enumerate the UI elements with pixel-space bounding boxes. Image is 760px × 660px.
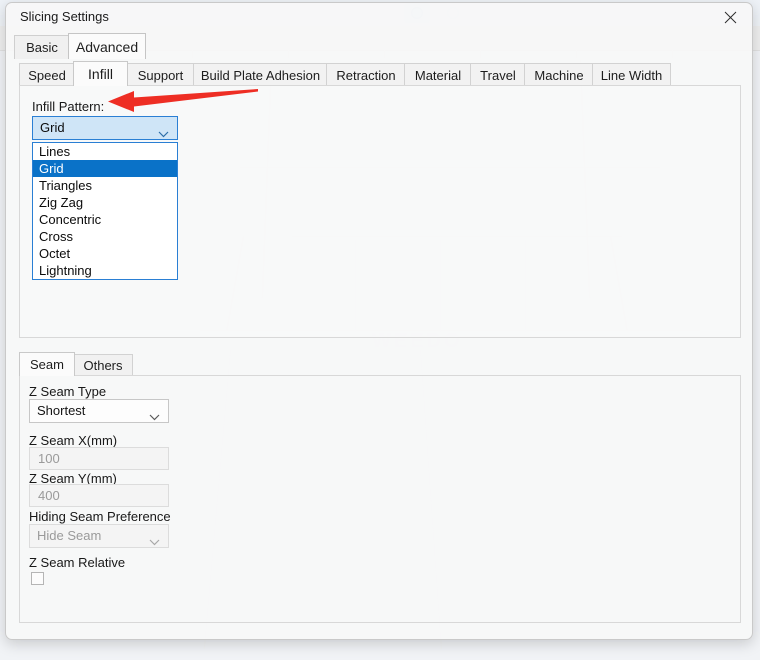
dropdown-option-octet[interactable]: Octet <box>33 245 177 262</box>
tab-basic[interactable]: Basic <box>14 35 70 59</box>
dropdown-option-lines[interactable]: Lines <box>33 143 177 160</box>
tab-others[interactable]: Others <box>73 354 133 376</box>
z-seam-x-input[interactable]: 100 <box>29 447 169 470</box>
hiding-seam-preference-label: Hiding Seam Preference <box>29 509 171 524</box>
infill-pattern-value: Grid <box>40 120 65 135</box>
tab-build-plate-adhesion-label: Build Plate Adhesion <box>201 68 320 83</box>
tab-speed-label: Speed <box>28 68 66 83</box>
z-seam-relative-label: Z Seam Relative <box>29 555 125 570</box>
slicing-settings-dialog: Slicing Settings Basic Advanced Speed In… <box>5 2 753 640</box>
tab-support[interactable]: Support <box>126 63 195 86</box>
tab-advanced[interactable]: Advanced <box>68 33 146 59</box>
tab-line-width-label: Line Width <box>601 68 662 83</box>
tab-machine-label: Machine <box>534 68 583 83</box>
z-seam-type-select[interactable]: Shortest <box>29 399 169 423</box>
tab-build-plate-adhesion[interactable]: Build Plate Adhesion <box>193 63 328 86</box>
tab-line-width[interactable]: Line Width <box>592 63 671 86</box>
tab-advanced-label: Advanced <box>76 39 138 55</box>
tab-seam[interactable]: Seam <box>19 352 75 376</box>
tab-retraction[interactable]: Retraction <box>326 63 406 86</box>
chevron-down-icon <box>158 125 169 143</box>
close-button[interactable] <box>708 3 752 31</box>
chevron-down-icon <box>149 533 160 551</box>
z-seam-x-value: 100 <box>38 451 60 466</box>
hiding-seam-preference-select[interactable]: Hide Seam <box>29 524 169 548</box>
dialog-title: Slicing Settings <box>20 9 109 24</box>
z-seam-type-value: Shortest <box>37 403 85 418</box>
close-icon <box>724 11 737 24</box>
z-seam-type-label: Z Seam Type <box>29 384 106 399</box>
tab-infill-label: Infill <box>88 66 113 82</box>
tab-others-label: Others <box>83 358 122 373</box>
dialog-titlebar: Slicing Settings <box>6 3 752 31</box>
dropdown-option-concentric[interactable]: Concentric <box>33 211 177 228</box>
infill-pattern-combobox[interactable]: Grid <box>32 116 178 140</box>
tab-seam-label: Seam <box>30 357 64 372</box>
dropdown-option-lightning[interactable]: Lightning <box>33 262 177 279</box>
infill-pattern-dropdown-list[interactable]: Lines Grid Triangles Zig Zag Concentric … <box>32 142 178 280</box>
tab-infill[interactable]: Infill <box>73 61 128 86</box>
dropdown-option-zig-zag[interactable]: Zig Zag <box>33 194 177 211</box>
z-seam-relative-checkbox[interactable] <box>31 572 44 585</box>
dropdown-option-cross[interactable]: Cross <box>33 228 177 245</box>
z-seam-y-value: 400 <box>38 488 60 503</box>
tab-basic-label: Basic <box>26 40 58 55</box>
infill-pattern-label: Infill Pattern: <box>32 99 104 114</box>
dropdown-option-triangles[interactable]: Triangles <box>33 177 177 194</box>
tab-material-label: Material <box>415 68 461 83</box>
tab-retraction-label: Retraction <box>336 68 395 83</box>
z-seam-y-input[interactable]: 400 <box>29 484 169 507</box>
hiding-seam-preference-value: Hide Seam <box>37 528 101 543</box>
tab-travel[interactable]: Travel <box>470 63 526 86</box>
tab-material[interactable]: Material <box>404 63 472 86</box>
tab-speed[interactable]: Speed <box>19 63 75 86</box>
chevron-down-icon <box>149 408 160 426</box>
z-seam-x-label: Z Seam X(mm) <box>29 433 117 448</box>
tab-travel-label: Travel <box>480 68 516 83</box>
tab-machine[interactable]: Machine <box>524 63 594 86</box>
dropdown-option-grid[interactable]: Grid <box>33 160 177 177</box>
tab-support-label: Support <box>138 68 184 83</box>
